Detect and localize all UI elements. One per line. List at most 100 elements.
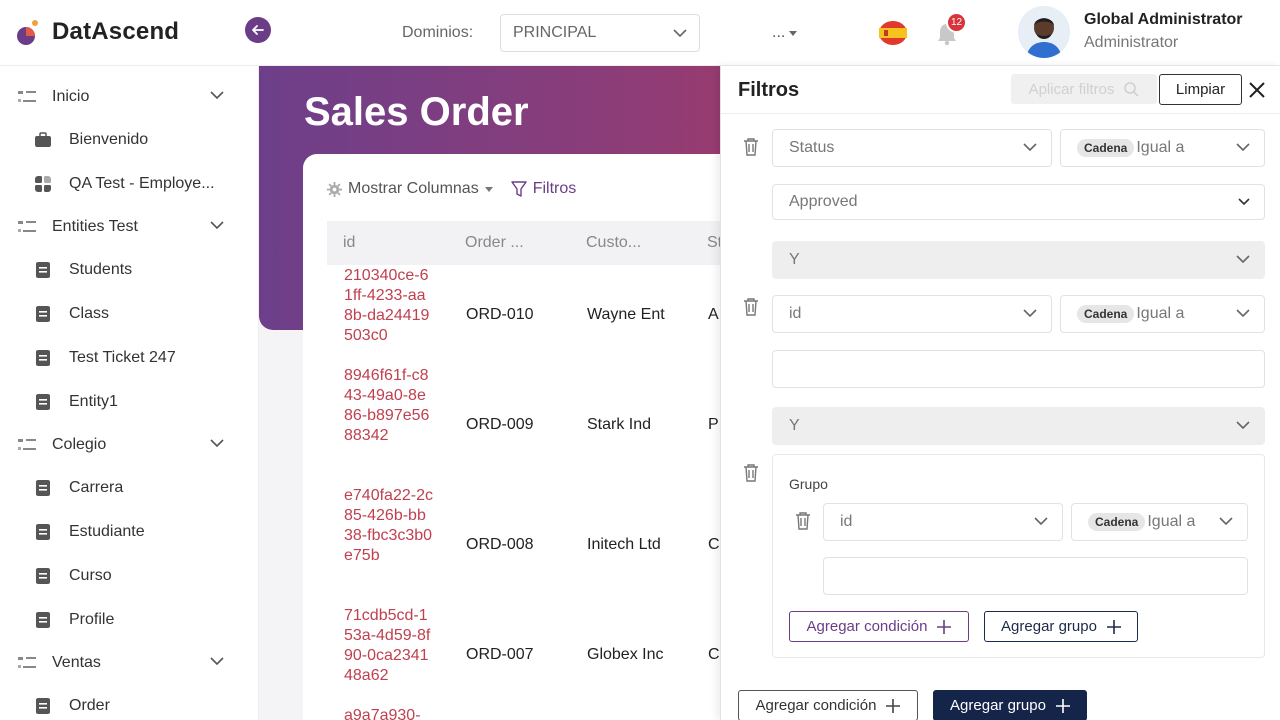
condition-value-input[interactable] [823,557,1248,595]
apply-filters-button[interactable]: Aplicar filtros [1011,74,1157,104]
status-cell: P [708,416,719,433]
condition-field-select[interactable]: Status [772,129,1052,167]
sidebar-group-inicio[interactable]: Inicio [0,77,259,117]
domain-selected-value: PRINCIPAL [513,24,597,41]
document-icon [36,480,50,496]
id-cell[interactable]: e740fa22-2c85-426b-bb38-fbc3c3b0e75b [344,486,434,566]
chevron-down-icon [210,439,224,447]
sidebar-group-label: Inicio [52,88,90,105]
sidebar-item-qa-test[interactable]: QA Test - Employe... [0,164,259,204]
trash-icon[interactable] [795,512,811,530]
sidebar-group-entities-test[interactable]: Entities Test [0,207,259,247]
plus-icon [937,619,952,634]
join-operator-select[interactable]: Y [772,241,1265,279]
show-columns-button[interactable]: Mostrar Columnas [327,180,493,198]
id-cell[interactable]: a9a7a930- [344,706,434,720]
notification-badge: 12 [946,12,967,33]
order-cell: ORD-010 [466,306,534,323]
status-cell: C [708,646,720,663]
column-header-id[interactable]: id [343,234,355,252]
close-icon[interactable] [1247,80,1267,100]
field-value: id [789,305,802,322]
more-menu-label: ... [772,24,786,41]
sidebar-group-label: Entities Test [52,218,138,235]
sidebar: Inicio Bienvenido QA Test - Employe... E… [0,66,259,720]
tree-icon [18,91,36,102]
sidebar-item-class[interactable]: Class [0,294,259,334]
user-avatar-icon [1018,6,1070,58]
sidebar-item-bienvenido[interactable]: Bienvenido [0,120,259,160]
more-menu[interactable]: ... [772,24,798,42]
sidebar-group-colegio[interactable]: Colegio [0,425,259,465]
domains-label: Dominios: [402,24,474,41]
collapse-sidebar-button[interactable] [245,17,271,43]
condition-field-select[interactable]: id [772,295,1052,333]
trash-icon[interactable] [743,298,759,316]
logo[interactable]: DatAscend [16,18,179,46]
sidebar-item-students[interactable]: Students [0,250,259,290]
chevron-down-icon [1034,517,1048,525]
order-cell: ORD-007 [466,646,534,663]
sidebar-item-order[interactable]: Order [0,686,259,720]
sidebar-item-carrera[interactable]: Carrera [0,468,259,508]
chevron-down-icon [210,91,224,99]
plus-icon [1055,698,1070,713]
clear-filters-button[interactable]: Limpiar [1159,74,1242,105]
caret-down-icon [789,30,798,36]
add-condition-label: Agregar condición [755,697,877,714]
spain-flag-icon[interactable] [878,19,908,47]
trash-icon[interactable] [743,464,759,482]
column-header-order[interactable]: Order ... [465,234,524,252]
gear-icon [327,181,342,197]
filters-panel: Filtros Aplicar filtros Limpiar Status C… [720,66,1280,720]
condition-value-select[interactable]: Approved [772,184,1265,220]
add-group-button[interactable]: Agregar grupo [933,690,1087,720]
condition-value-input[interactable] [772,350,1265,388]
add-condition-button[interactable]: Agregar condición [738,690,918,720]
id-cell[interactable]: 8946f61f-c843-49a0-8e86-b897e5688342 [344,366,434,446]
filter-group: Grupo id Cadena Igual a Agregar condició… [772,454,1265,658]
type-tag: Cadena [1088,513,1146,531]
apply-filters-label: Aplicar filtros [1028,80,1115,98]
logo-icon [17,20,38,45]
sidebar-item-label: Students [69,261,133,278]
filter-icon [511,180,527,197]
domain-select[interactable]: PRINCIPAL [500,14,700,52]
condition-value: Approved [789,193,858,210]
sidebar-item-label: QA Test - Employe... [69,175,215,192]
plus-icon [1106,619,1121,634]
customer-cell: Stark Ind [587,416,652,433]
trash-icon[interactable] [743,138,759,156]
condition-field-select[interactable]: id [823,503,1063,541]
id-cell[interactable]: 71cdb5cd-153a-4d59-8f90-0ca234148a62 [344,606,434,686]
sidebar-item-estudiante[interactable]: Estudiante [0,512,259,552]
sidebar-item-entity1[interactable]: Entity1 [0,382,259,422]
operator-value: Igual a [1136,139,1185,156]
filters-button[interactable]: Filtros [511,180,577,198]
table-toolbar: Mostrar Columnas Filtros [327,180,576,198]
sidebar-item-profile[interactable]: Profile [0,600,259,640]
briefcase-icon [35,132,51,147]
group-add-group-button[interactable]: Agregar grupo [984,611,1138,642]
avatar[interactable] [1018,6,1070,58]
chevron-down-icon [210,657,224,665]
sidebar-group-ventas[interactable]: Ventas [0,643,259,683]
filters-label: Filtros [532,180,577,197]
sidebar-item-curso[interactable]: Curso [0,556,259,596]
column-header-customer[interactable]: Custo... [586,234,641,252]
condition-operator-select[interactable]: Cadena Igual a [1071,503,1248,541]
condition-operator-select[interactable]: Cadena Igual a [1060,129,1265,167]
caret-down-icon [484,186,493,192]
chevron-down-icon [1238,198,1250,206]
order-cell: ORD-008 [466,536,534,553]
customer-cell: Initech Ltd [587,536,661,553]
chevron-down-icon [1236,421,1250,429]
operator-value: Igual a [1147,513,1196,530]
sidebar-group-label: Ventas [52,654,101,671]
condition-operator-select[interactable]: Cadena Igual a [1060,295,1265,333]
id-cell[interactable]: 210340ce-61ff-4233-aa8b-da24419503c0 [344,266,434,346]
sidebar-item-test-ticket[interactable]: Test Ticket 247 [0,338,259,378]
document-icon [36,698,50,714]
join-operator-select[interactable]: Y [772,407,1265,445]
group-add-condition-button[interactable]: Agregar condición [789,611,969,642]
